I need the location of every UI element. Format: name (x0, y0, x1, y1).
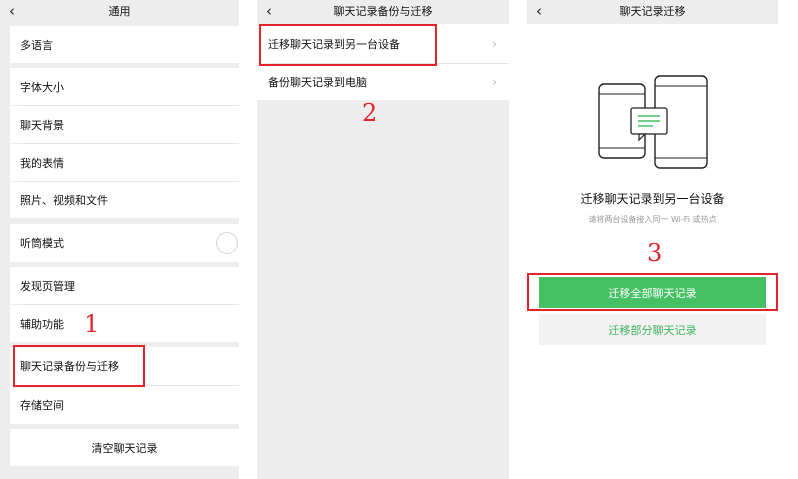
settings-item-storage[interactable]: 存储空间 (10, 386, 239, 424)
page-title: 聊天记录备份与迁移 (333, 5, 433, 18)
settings-item-label: 字体大小 (20, 80, 64, 94)
highlight-box-step-3 (527, 273, 778, 311)
settings-item-label: 聊天背景 (20, 118, 64, 132)
two-phones-illustration (598, 75, 708, 169)
highlight-box-step-1 (13, 345, 145, 387)
nav-bar: ‹ 聊天记录备份与迁移 (257, 0, 509, 24)
settings-item-label: 辅助功能 (20, 317, 64, 331)
backup-migration-panel: ‹ 聊天记录备份与迁移 迁移聊天记录到另一台设备 › 备份聊天记录到电脑 › 2 (257, 0, 509, 479)
settings-item-earpiece-mode[interactable]: 听筒模式 (10, 224, 239, 262)
backup-to-computer-item[interactable]: 备份聊天记录到电脑 › (257, 64, 509, 100)
settings-item-label: 发现页管理 (20, 279, 75, 293)
nav-bar: ‹ 聊天记录迁移 (527, 0, 778, 24)
settings-item-photos-videos-files[interactable]: 照片、视频和文件 (10, 182, 239, 218)
chevron-right-icon: › (492, 36, 497, 51)
migration-heading: 迁移聊天记录到另一台设备 (580, 192, 725, 206)
earpiece-mode-toggle[interactable] (216, 232, 238, 254)
clear-chat-history-button[interactable]: 清空聊天记录 (10, 429, 239, 466)
settings-item-accessibility[interactable]: 辅助功能 (10, 305, 239, 342)
migrate-partial-chats-button[interactable]: 迁移部分聊天记录 (539, 314, 766, 345)
page-title: 通用 (108, 5, 131, 18)
page-title: 聊天记录迁移 (619, 5, 686, 18)
highlight-box-step-2 (259, 24, 437, 66)
general-settings-panel: ‹ 通用 多语言 字体大小 聊天背景 我的表情 照片、视频和文件 听筒模式 发现… (0, 0, 239, 479)
settings-item-my-stickers[interactable]: 我的表情 (10, 144, 239, 181)
chevron-right-icon: › (492, 75, 497, 89)
step-number-2: 2 (362, 99, 378, 127)
settings-item-label: 存储空间 (20, 399, 64, 412)
settings-item-label: 听筒模式 (20, 237, 64, 250)
settings-item-font-size[interactable]: 字体大小 (10, 68, 239, 105)
settings-item-language[interactable]: 多语言 (10, 26, 239, 63)
migration-instruction-text: 请将两台设备接入同一 Wi-Fi 或热点 (588, 215, 717, 224)
settings-item-chat-background[interactable]: 聊天背景 (10, 106, 239, 143)
settings-item-label: 照片、视频和文件 (20, 194, 108, 207)
nav-bar: ‹ 通用 (0, 0, 239, 24)
settings-item-label: 多语言 (20, 38, 53, 52)
step-number-1: 1 (84, 310, 100, 338)
settings-item-label: 我的表情 (20, 156, 64, 170)
settings-item-discover-management[interactable]: 发现页管理 (10, 267, 239, 304)
clear-chat-history-label: 清空聊天记录 (91, 441, 158, 455)
step-number-3: 3 (647, 239, 663, 267)
chat-migration-panel: ‹ 聊天记录迁移 迁移聊天记录到另一台设备 请将两台设备接入同一 Wi-Fi 或… (527, 0, 778, 479)
menu-item-label: 备份聊天记录到电脑 (268, 76, 367, 89)
